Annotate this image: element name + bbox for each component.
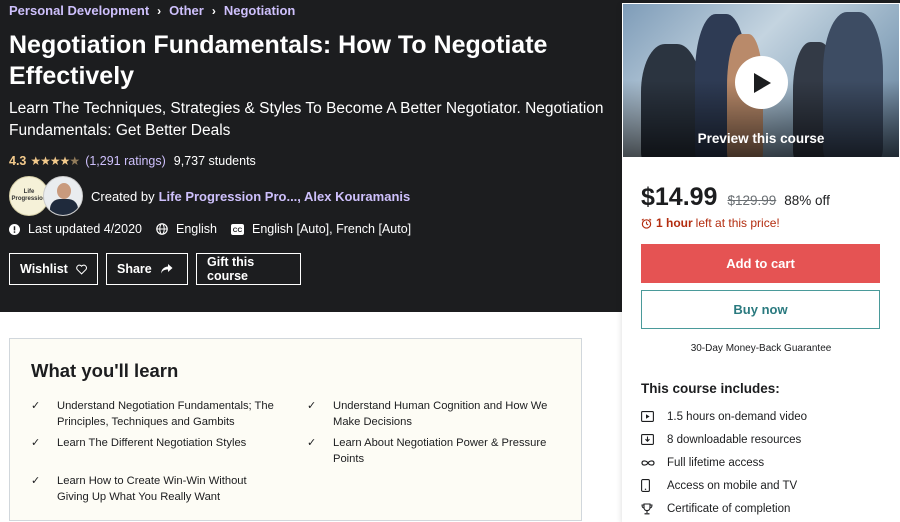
- course-meta: Last updated 4/2020 English CC English […: [9, 222, 425, 236]
- course-captions: English [Auto], French [Auto]: [252, 222, 412, 236]
- money-back-guarantee: 30-Day Money-Back Guarantee: [690, 343, 832, 354]
- price-row: $14.99 $129.99 88% off: [641, 183, 830, 212]
- breadcrumb-other[interactable]: Other: [169, 3, 204, 18]
- share-button[interactable]: Share: [106, 253, 188, 285]
- breadcrumb-negotiation[interactable]: Negotiation: [224, 3, 296, 18]
- created-by-label: Created by: [91, 188, 155, 204]
- checkmark-icon: ✓: [31, 437, 41, 449]
- infinity-icon: [641, 459, 667, 467]
- learn-item: ✓ Learn How to Create Win-Win Without Gi…: [31, 474, 277, 505]
- breadcrumb-personal-development[interactable]: Personal Development: [9, 3, 149, 18]
- ratings-count-link[interactable]: (1,291 ratings): [85, 154, 166, 168]
- discount-percent: 88% off: [784, 193, 830, 208]
- learn-title: What you'll learn: [31, 360, 179, 381]
- course-preview-video[interactable]: Preview this course: [622, 3, 900, 158]
- share-arrow-icon: [160, 264, 173, 274]
- rating-row: 4.3 ★★★★★ (1,291 ratings) 9,737 students: [9, 154, 256, 168]
- original-price: $129.99: [727, 193, 777, 208]
- list-item: 1.5 hours on-demand video: [641, 405, 807, 428]
- video-icon: [641, 411, 667, 422]
- mobile-icon: [641, 479, 667, 492]
- checkmark-icon: ✓: [31, 475, 41, 487]
- star-rating-icon: ★★★★★: [30, 154, 80, 168]
- svg-text:CC: CC: [233, 227, 243, 234]
- includes-list: 1.5 hours on-demand video 8 downloadable…: [641, 405, 807, 520]
- rating-value: 4.3: [9, 154, 27, 168]
- last-updated: Last updated 4/2020: [28, 222, 142, 236]
- checkmark-icon: ✓: [307, 437, 317, 449]
- action-buttons: Wishlist Share Gift this course: [9, 253, 301, 285]
- timer-hours: 1 hour: [656, 216, 693, 230]
- timer-text: left at this price!: [695, 216, 780, 230]
- play-button[interactable]: [735, 56, 788, 109]
- includes-title: This course includes:: [641, 381, 780, 396]
- checkmark-icon: ✓: [307, 400, 317, 412]
- learn-item: ✓ Understand Negotiation Fundamentals; T…: [31, 399, 277, 430]
- add-to-cart-button[interactable]: Add to cart: [641, 244, 880, 283]
- chevron-right-icon: ›: [157, 3, 162, 18]
- play-icon: [753, 72, 771, 93]
- preview-course-label: Preview this course: [697, 131, 825, 146]
- list-item: 8 downloadable resources: [641, 428, 807, 451]
- purchase-sidebar: Preview this course $14.99 $129.99 88% o…: [622, 3, 900, 522]
- students-count: 9,737 students: [173, 154, 256, 168]
- learn-item: ✓ Learn The Different Negotiation Styles: [31, 436, 277, 452]
- learn-item: ✓ Understand Human Cognition and How We …: [307, 399, 553, 430]
- avatar[interactable]: [43, 176, 83, 216]
- course-language: English: [176, 222, 217, 236]
- checkmark-icon: ✓: [31, 400, 41, 412]
- breadcrumb: Personal Development › Other › Negotiati…: [9, 3, 295, 18]
- buy-now-button[interactable]: Buy now: [641, 290, 880, 329]
- trophy-icon: [641, 502, 667, 515]
- alarm-clock-icon: [641, 217, 652, 229]
- learn-item: ✓ Learn About Negotiation Power & Pressu…: [307, 436, 553, 467]
- what-youll-learn-box: What you'll learn ✓ Understand Negotiati…: [9, 338, 582, 521]
- list-item: Access on mobile and TV: [641, 474, 807, 497]
- list-item: Full lifetime access: [641, 451, 807, 474]
- wishlist-button[interactable]: Wishlist: [9, 253, 98, 285]
- alert-badge-icon: [9, 223, 20, 235]
- course-title: Negotiation Fundamentals: How To Negotia…: [9, 31, 548, 90]
- sale-timer: 1 hour left at this price!: [641, 216, 780, 230]
- chevron-right-icon: ›: [211, 3, 216, 18]
- current-price: $14.99: [641, 183, 718, 211]
- creator-row: Life Progression Created by Life Progres…: [9, 176, 410, 216]
- list-item: Certificate of completion: [641, 497, 807, 520]
- instructor-links[interactable]: Life Progression Pro..., Alex Kouramanis: [159, 189, 411, 204]
- heart-icon: [76, 264, 87, 275]
- course-subtitle: Learn The Techniques, Strategies & Style…: [9, 100, 604, 139]
- file-icon: [641, 434, 667, 445]
- gift-course-button[interactable]: Gift this course: [196, 253, 301, 285]
- closed-captions-icon: CC: [231, 223, 244, 235]
- globe-icon: [156, 223, 168, 235]
